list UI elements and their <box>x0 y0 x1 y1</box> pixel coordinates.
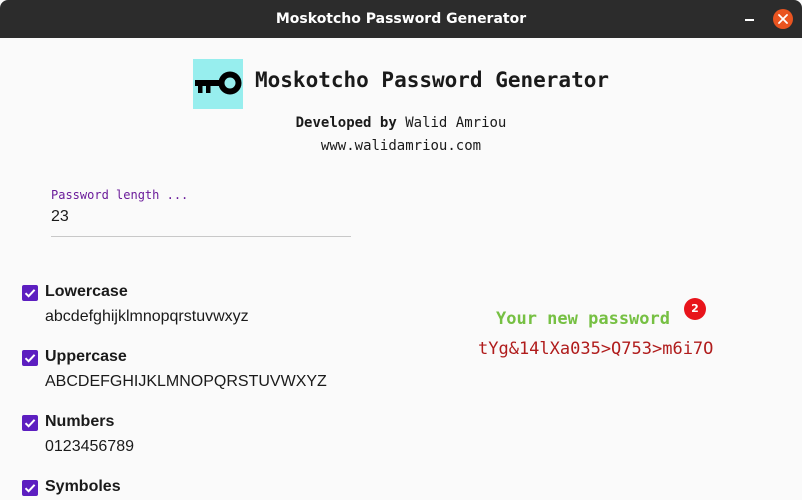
title-bar[interactable]: Moskotcho Password Generator <box>0 0 802 38</box>
app-logo <box>193 59 243 109</box>
numbers-label: Numbers <box>45 413 115 430</box>
developer-credit: Developed by Walid Amriou <box>0 115 802 131</box>
uppercase-checkbox[interactable] <box>22 350 38 366</box>
check-icon <box>24 354 36 363</box>
window-title: Moskotcho Password Generator <box>275 11 527 27</box>
app-title: Moskotcho Password Generator <box>255 68 610 92</box>
developer-name: Walid Amriou <box>405 115 507 131</box>
lowercase-label: Lowercase <box>45 283 128 300</box>
uppercase-label: Uppercase <box>45 348 127 365</box>
check-icon <box>24 289 36 298</box>
key-icon <box>195 71 242 95</box>
notification-badge: 2 <box>684 298 706 320</box>
check-icon <box>24 419 36 428</box>
minimize-button[interactable] <box>740 9 760 29</box>
lowercase-checkbox[interactable] <box>22 285 38 301</box>
numbers-checkbox[interactable] <box>22 415 38 431</box>
password-length-input[interactable] <box>51 208 351 226</box>
password-length-label: Password length ... <box>51 188 189 202</box>
password-length-field[interactable]: Password length ... <box>51 185 351 237</box>
generated-password[interactable]: tYg&14lXa035>Q753>m6i7O <box>478 339 713 359</box>
close-button[interactable] <box>773 9 793 29</box>
close-icon <box>778 14 788 24</box>
symboles-checkbox[interactable] <box>22 480 38 496</box>
website-link[interactable]: www.walidamriou.com <box>0 138 802 154</box>
developed-by-label: Developed by <box>295 115 397 131</box>
lowercase-chars: abcdefghijklmnopqrstuvwxyz <box>45 308 249 325</box>
check-icon <box>24 484 36 493</box>
uppercase-chars: ABCDEFGHIJKLMNOPQRSTUVWXYZ <box>45 373 327 390</box>
app-window: Moskotcho Password Generator Moskotcho P… <box>0 0 802 500</box>
result-title: Your new password <box>496 309 670 329</box>
numbers-chars: 0123456789 <box>45 438 134 455</box>
symboles-label: Symboles <box>45 478 121 495</box>
